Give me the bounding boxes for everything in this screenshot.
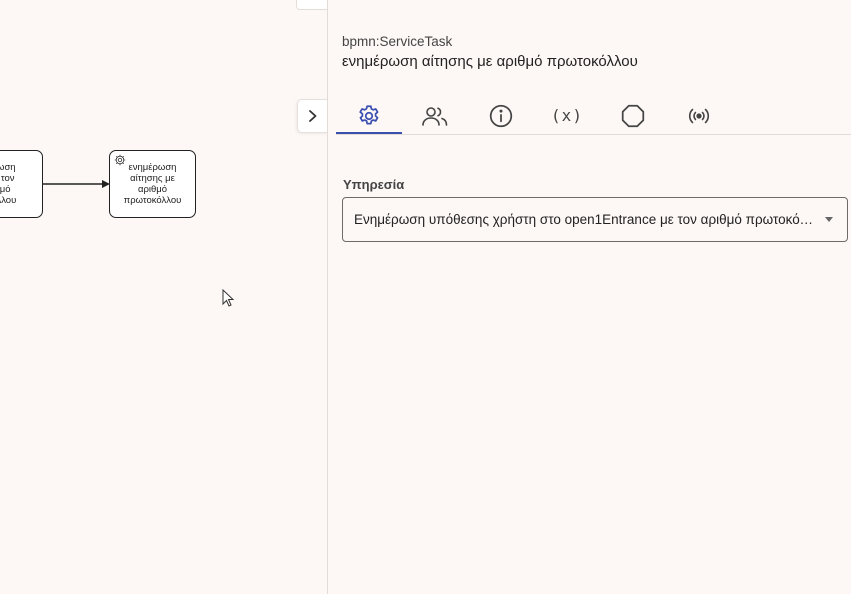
tab-documentation[interactable] (468, 98, 534, 133)
tab-assignment[interactable] (402, 98, 468, 133)
service-task-label: ενημέρωση αίτησης με αριθμό πρωτοκόλλου (123, 162, 182, 206)
service-field-label: Υπηρεσία (343, 177, 405, 192)
tab-general[interactable] (336, 98, 402, 134)
sequence-flow[interactable] (0, 0, 327, 594)
element-name: ενημέρωση αίτησης με αριθμό πρωτοκόλλου (342, 53, 638, 70)
properties-panel: bpmn:ServiceTask ενημέρωση αίτησης με αρ… (327, 0, 851, 594)
broadcast-icon (688, 108, 710, 123)
service-task-gear-icon (114, 154, 126, 166)
tab-listeners[interactable] (666, 98, 732, 133)
service-task[interactable]: ενημέρωση αίτησης με αριθμό πρωτοκόλλου (109, 150, 196, 218)
previous-task[interactable]: ερωση με τον ιθμό κόλλου (0, 150, 43, 218)
tab-error[interactable] (600, 98, 666, 133)
service-select[interactable]: Ενημέρωση υπόθεσης χρήστη στο open1Entra… (342, 197, 848, 242)
previous-task-label: ερωση με τον ιθμό κόλλου (0, 162, 17, 206)
mouse-cursor-icon (222, 289, 235, 307)
variables-icon: (x) (551, 106, 583, 125)
chevron-right-icon (309, 110, 317, 122)
properties-tabs: (x) (336, 98, 851, 135)
users-icon (422, 106, 448, 126)
panel-toggle-button[interactable] (297, 99, 328, 133)
info-icon (489, 104, 513, 127)
service-select-value: Ενημέρωση υπόθεσης χρήστη στο open1Entra… (354, 212, 815, 227)
element-type: bpmn:ServiceTask (342, 34, 453, 49)
tab-variables[interactable]: (x) (534, 98, 600, 133)
gear-icon (359, 104, 379, 124)
octagon-icon (621, 104, 645, 127)
chevron-down-icon (825, 217, 833, 222)
diagram-canvas[interactable]: ερωση με τον ιθμό κόλλου ενημέρωση αίτησ… (0, 0, 327, 594)
